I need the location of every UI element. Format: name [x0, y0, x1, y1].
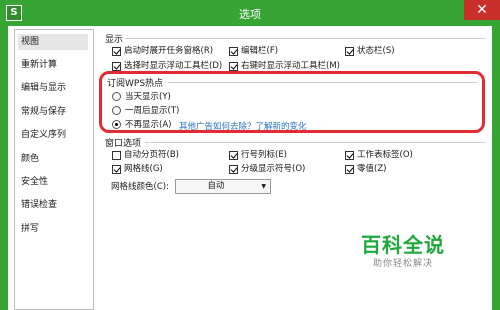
checkbox-label: 分级显示符号(O) — [241, 164, 306, 174]
checkbox-expand-task-pane[interactable]: 启动时展开任务窗格(R) — [112, 45, 213, 57]
checkbox-auto-page-break[interactable]: 自动分页符(B) — [112, 149, 179, 161]
checkbox-label: 自动分页符(B) — [124, 150, 179, 160]
checkbox-zero-values[interactable]: 零值(Z) — [345, 163, 386, 175]
gridline-color-dropdown[interactable]: 自动 ▼ — [175, 179, 271, 194]
sidebar-item-color[interactable]: 颜色 — [21, 151, 91, 167]
checkbox-label: 网格线(G) — [124, 164, 163, 174]
checkbox-checked-icon[interactable] — [112, 61, 121, 71]
sidebar-item-recalculation[interactable]: 重新计算 — [21, 57, 91, 73]
checkbox-label: 状态栏(S) — [357, 46, 395, 56]
checkbox-label: 工作表标签(O) — [357, 150, 413, 160]
checkbox-checked-icon[interactable] — [229, 46, 238, 56]
window-frame-left — [0, 26, 8, 310]
checkbox-label: 行号列标(E) — [241, 150, 288, 160]
checkbox-label: 启动时展开任务窗格(R) — [124, 46, 214, 56]
sidebar-item-edit-display[interactable]: 编辑与显示 — [21, 80, 91, 96]
window-frame-right — [492, 26, 500, 310]
checkbox-label: 零值(Z) — [357, 164, 387, 174]
checkbox-checked-icon[interactable] — [345, 150, 354, 160]
sidebar-item-spelling[interactable]: 拼写 — [21, 221, 91, 237]
watermark-logo: 百科全说 助你轻松解决 — [343, 233, 463, 271]
checkbox-checked-icon[interactable] — [229, 150, 238, 160]
checkbox-checked-icon[interactable] — [345, 46, 354, 56]
sidebar-item-general-save[interactable]: 常规与保存 — [21, 104, 91, 120]
gridline-color-value: 自动 — [207, 181, 225, 191]
window-title: 选项 — [239, 8, 261, 21]
title-bar: S 选项 ✕ — [0, 0, 500, 26]
checkbox-checked-icon[interactable] — [229, 61, 238, 71]
display-group-title: 显示 — [105, 35, 124, 45]
checkbox-checked-icon[interactable] — [112, 164, 121, 174]
sidebar-item-error-check[interactable]: 错误检查 — [21, 197, 91, 213]
sidebar-item-custom-lists[interactable]: 自定义序列 — [21, 127, 91, 143]
sidebar-item-security[interactable]: 安全性 — [21, 174, 91, 190]
watermark-title: 百科全说 — [361, 233, 445, 257]
watermark-subtitle: 助你轻松解决 — [372, 259, 433, 269]
checkbox-checked-icon[interactable] — [112, 46, 121, 56]
window-options-group-title: 窗口选项 — [105, 139, 142, 149]
options-sidebar: 视图 重新计算 编辑与显示 常规与保存 自定义序列 颜色 安全性 错误检查 拼写 — [14, 29, 94, 310]
checkbox-checked-icon[interactable] — [229, 164, 238, 174]
checkbox-row-col-headers[interactable]: 行号列标(E) — [229, 149, 287, 161]
checkbox-formula-bar[interactable]: 编辑栏(F) — [229, 45, 278, 57]
checkbox-outline-symbols[interactable]: 分级显示符号(O) — [229, 163, 305, 175]
window-options-group-divider — [145, 142, 485, 143]
gridline-color-label: 网格线颜色(C): — [111, 182, 169, 192]
highlight-annotation — [99, 71, 485, 133]
close-button[interactable]: ✕ — [464, 0, 500, 20]
checkbox-unchecked-icon[interactable] — [112, 150, 121, 160]
display-group-divider — [125, 38, 485, 39]
sidebar-item-view[interactable]: 视图 — [18, 34, 88, 50]
checkbox-sheet-tabs[interactable]: 工作表标签(O) — [345, 149, 413, 161]
checkbox-label: 选择时显示浮动工具栏(D) — [124, 61, 223, 71]
checkbox-checked-icon[interactable] — [345, 164, 354, 174]
checkbox-label: 右键时显示浮动工具栏(M) — [241, 61, 340, 71]
checkbox-gridlines[interactable]: 网格线(G) — [112, 163, 163, 175]
checkbox-status-bar[interactable]: 状态栏(S) — [345, 45, 395, 57]
dropdown-arrow-icon[interactable]: ▼ — [261, 180, 266, 193]
checkbox-label: 编辑栏(F) — [241, 46, 279, 56]
